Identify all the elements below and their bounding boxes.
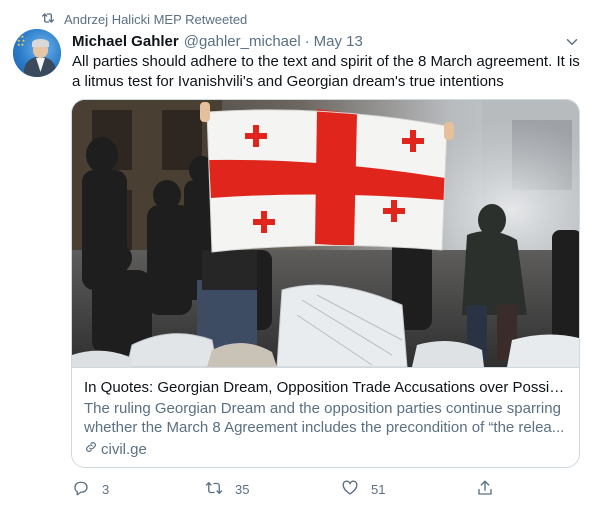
link-card[interactable]: In Quotes: Georgian Dream, Opposition Tr… xyxy=(71,99,580,468)
reply-icon xyxy=(72,479,90,500)
card-source[interactable]: civil.ge xyxy=(84,440,567,458)
heart-icon xyxy=(341,479,359,500)
retweet-count: 35 xyxy=(235,481,250,497)
reply-button[interactable]: 3 xyxy=(72,478,109,500)
action-bar: 3 35 51 xyxy=(72,478,502,500)
retweet-icon xyxy=(205,479,223,500)
card-image[interactable] xyxy=(72,100,579,367)
avatar[interactable]: ★★ ★ ★ ★★ xyxy=(13,29,61,77)
eu-stars-icon: ★★ ★ ★ ★★ xyxy=(17,34,26,47)
card-title[interactable]: In Quotes: Georgian Dream, Opposition Tr… xyxy=(84,378,567,397)
tweet[interactable]: Andrzej Halicki MEP Retweeted ★★ ★ ★ ★★ Mi… xyxy=(0,0,593,518)
card-body[interactable]: In Quotes: Georgian Dream, Opposition Tr… xyxy=(72,367,579,467)
link-icon xyxy=(84,440,98,458)
georgian-flag xyxy=(206,109,448,253)
retweet-icon xyxy=(40,10,56,29)
like-button[interactable]: 51 xyxy=(341,478,385,500)
reply-count: 3 xyxy=(102,481,110,497)
tweet-text: All parties should adhere to the text an… xyxy=(72,53,580,90)
retweet-context: Andrzej Halicki MEP Retweeted xyxy=(40,11,247,27)
retweet-label[interactable]: Andrzej Halicki MEP Retweeted xyxy=(64,12,247,27)
author-handle[interactable]: @gahler_michael xyxy=(184,33,301,50)
chevron-down-icon[interactable] xyxy=(563,33,581,51)
share-icon xyxy=(476,479,494,500)
card-source-domain: civil.ge xyxy=(101,440,147,458)
author-name[interactable]: Michael Gahler xyxy=(72,33,179,50)
share-button[interactable] xyxy=(476,478,494,500)
separator-dot: · xyxy=(304,32,310,50)
tweet-date[interactable]: May 13 xyxy=(314,33,363,50)
retweet-button[interactable]: 35 xyxy=(205,478,249,500)
card-description: The ruling Georgian Dream and the opposi… xyxy=(84,400,565,436)
tweet-header: Michael Gahler @gahler_michael · May 13 xyxy=(72,31,363,51)
like-count: 51 xyxy=(371,481,386,497)
